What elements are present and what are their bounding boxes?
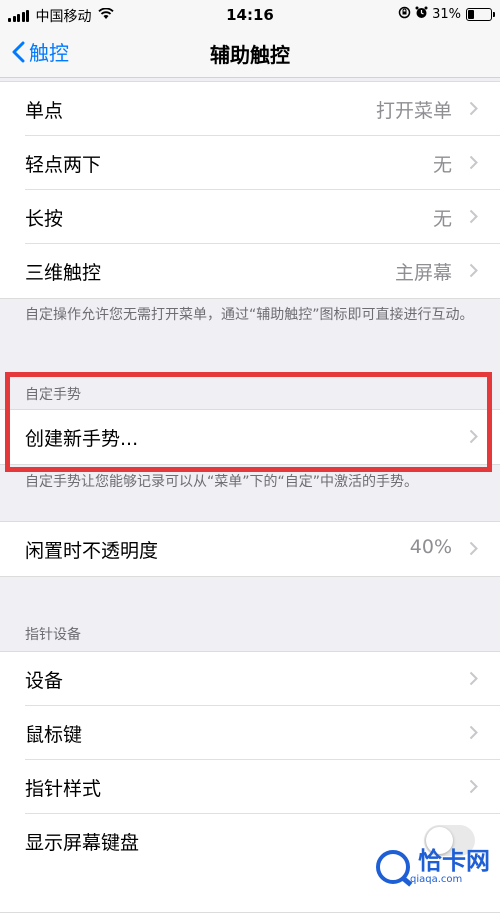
row-mouse-keys[interactable]: 鼠标键	[0, 706, 500, 760]
page-title: 辅助触控	[210, 43, 290, 67]
alarm-icon	[415, 6, 428, 23]
row-3d-touch[interactable]: 三维触控 主屏幕	[0, 244, 500, 298]
orientation-lock-icon	[398, 6, 411, 23]
chevron-right-icon	[469, 725, 478, 740]
watermark: 恰卡网 qiaqa.com	[376, 848, 490, 885]
row-label: 三维触控	[25, 262, 102, 284]
row-double-tap[interactable]: 轻点两下 无	[0, 136, 500, 190]
row-label: 显示屏幕键盘	[25, 832, 140, 854]
custom-gestures-footer: 自定手势让您能够记录可以从“菜单”下的“自定”中激活的手势。	[25, 474, 419, 490]
row-label: 单点	[25, 100, 64, 122]
chevron-right-icon	[469, 155, 478, 170]
row-label: 长按	[25, 208, 64, 230]
highlight-box	[5, 372, 492, 472]
status-right: 31%	[394, 6, 495, 23]
pointer-devices-header: 指针设备	[25, 627, 81, 643]
magnifier-logo-icon	[376, 849, 410, 884]
row-label: 轻点两下	[25, 154, 102, 176]
row-value: 无	[432, 208, 452, 230]
battery-icon	[466, 8, 495, 21]
row-value: 无	[432, 154, 452, 176]
chevron-right-icon	[469, 779, 478, 794]
row-long-press[interactable]: 长按 无	[0, 190, 500, 244]
watermark-title: 恰卡网	[418, 847, 490, 875]
idle-opacity-group: 闲置时不透明度 40%	[0, 521, 500, 577]
chevron-right-icon	[469, 671, 478, 686]
row-single-tap[interactable]: 单点 打开菜单	[0, 82, 500, 136]
row-pointer-style[interactable]: 指针样式	[0, 760, 500, 814]
row-label: 设备	[25, 670, 64, 692]
chevron-right-icon	[469, 101, 478, 116]
chevron-right-icon	[469, 263, 478, 278]
idle-opacity-row[interactable]: 闲置时不透明度 40%	[0, 522, 500, 576]
actions-footer: 自定操作允许您无需打开菜单，通过“辅助触控”图标即可直接进行互动。	[25, 307, 474, 323]
row-value: 主屏幕	[394, 262, 452, 284]
row-devices[interactable]: 设备	[0, 652, 500, 706]
row-label: 闲置时不透明度	[25, 540, 159, 562]
chevron-right-icon	[469, 209, 478, 224]
row-label: 指针样式	[25, 778, 102, 800]
status-bar: 中国移动 14:16 31%	[0, 0, 500, 30]
row-value: 打开菜单	[375, 100, 452, 122]
watermark-subtitle: qiaqa.com	[410, 874, 463, 885]
battery-percent: 31%	[432, 7, 461, 22]
navigation-bar: 触控 辅助触控	[0, 30, 500, 78]
row-value: 40%	[409, 536, 452, 558]
actions-group: 单点 打开菜单 轻点两下 无 长按 无 三维触控 主屏幕	[0, 81, 500, 299]
chevron-right-icon	[469, 541, 478, 556]
battery-level	[468, 10, 474, 19]
row-label: 鼠标键	[25, 724, 83, 746]
